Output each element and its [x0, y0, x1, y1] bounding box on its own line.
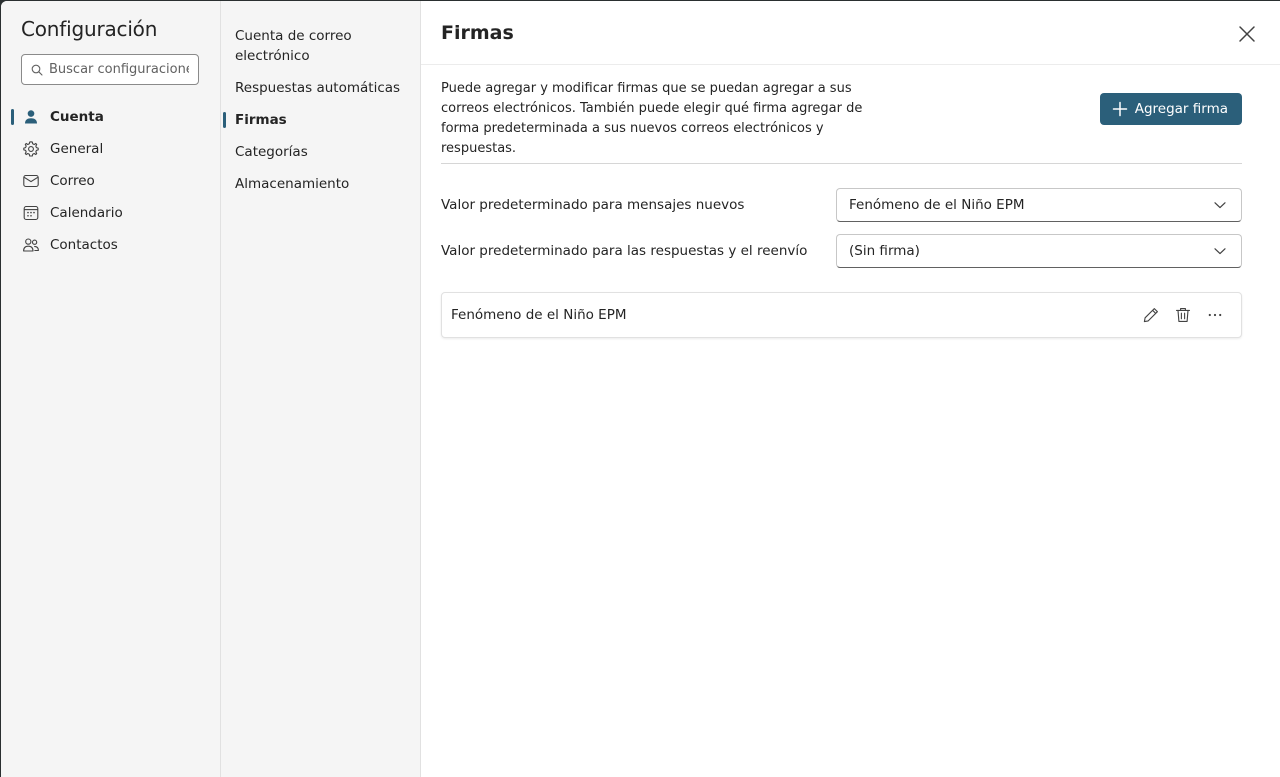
default-new-messages-label: Valor predeterminado para mensajes nuevo…: [441, 197, 745, 213]
signature-name: Fenómeno de el Niño EPM: [451, 307, 627, 323]
signature-list-item[interactable]: Fenómeno de el Niño EPM: [441, 292, 1242, 338]
person-icon: [22, 108, 40, 126]
search-icon: [31, 64, 43, 76]
add-signature-label: Agregar firma: [1134, 101, 1228, 117]
default-replies-select[interactable]: (Sin firma): [836, 234, 1242, 268]
nav-item-label: Contactos: [50, 237, 118, 253]
nav2-item-cuenta-correo[interactable]: Cuenta de correo electrónico: [221, 26, 379, 66]
subcategory-sidebar: Cuenta de correo electrónico Respuestas …: [221, 1, 421, 777]
close-button[interactable]: [1236, 23, 1258, 45]
edit-signature-button[interactable]: [1135, 299, 1167, 331]
nav-item-general[interactable]: General: [1, 133, 220, 165]
calendar-icon: [22, 204, 40, 222]
more-options-button[interactable]: [1199, 299, 1231, 331]
mail-icon: [22, 172, 40, 190]
nav-item-correo[interactable]: Correo: [1, 165, 220, 197]
people-icon: [22, 236, 40, 254]
pencil-icon: [1143, 308, 1158, 323]
settings-title: Configuración: [21, 17, 158, 41]
nav-item-label: Correo: [50, 173, 95, 189]
header-divider: [421, 64, 1280, 65]
nav2-item-almacenamiento[interactable]: Almacenamiento: [221, 174, 420, 194]
nav-item-label: General: [50, 141, 104, 157]
close-icon: [1239, 26, 1255, 42]
content-pane: Firmas Puede agregar y modificar firmas …: [421, 1, 1280, 777]
search-box[interactable]: [21, 54, 199, 85]
settings-dialog: Configuración Cuenta: [1, 1, 1280, 777]
gear-icon: [22, 140, 40, 158]
trash-icon: [1175, 308, 1191, 322]
nav-item-contactos[interactable]: Contactos: [1, 229, 220, 261]
nav-item-label: Cuenta: [50, 109, 104, 125]
page-description: Puede agregar y modificar firmas que se …: [441, 81, 863, 156]
nav2-item-firmas[interactable]: Firmas: [221, 110, 420, 130]
add-signature-button[interactable]: Agregar firma: [1099, 93, 1242, 125]
nav-item-label: Calendario: [50, 205, 123, 221]
secondary-nav: Cuenta de correo electrónico Respuestas …: [221, 26, 420, 206]
nav2-item-categorias[interactable]: Categorías: [221, 142, 420, 162]
default-replies-value: (Sin firma): [849, 243, 920, 259]
section-divider: [441, 163, 1242, 164]
signature-actions: [1135, 299, 1231, 331]
settings-sidebar: Configuración Cuenta: [1, 1, 221, 777]
default-new-messages-select[interactable]: Fenómeno de el Niño EPM: [836, 188, 1242, 222]
primary-nav: Cuenta General Correo Calendario Contact…: [1, 101, 220, 261]
page-title: Firmas: [441, 22, 514, 44]
nav2-item-respuestas-automaticas[interactable]: Respuestas automáticas: [221, 78, 420, 98]
default-replies-label: Valor predeterminado para las respuestas…: [441, 243, 808, 259]
delete-signature-button[interactable]: [1167, 299, 1199, 331]
nav-item-cuenta[interactable]: Cuenta: [1, 101, 220, 133]
nav-item-calendario[interactable]: Calendario: [1, 197, 220, 229]
plus-icon: [1112, 101, 1128, 117]
chevron-down-icon: [1214, 202, 1226, 209]
search-input[interactable]: [49, 62, 189, 77]
more-icon: [1208, 313, 1222, 317]
default-new-messages-value: Fenómeno de el Niño EPM: [849, 197, 1025, 213]
chevron-down-icon: [1214, 248, 1226, 255]
